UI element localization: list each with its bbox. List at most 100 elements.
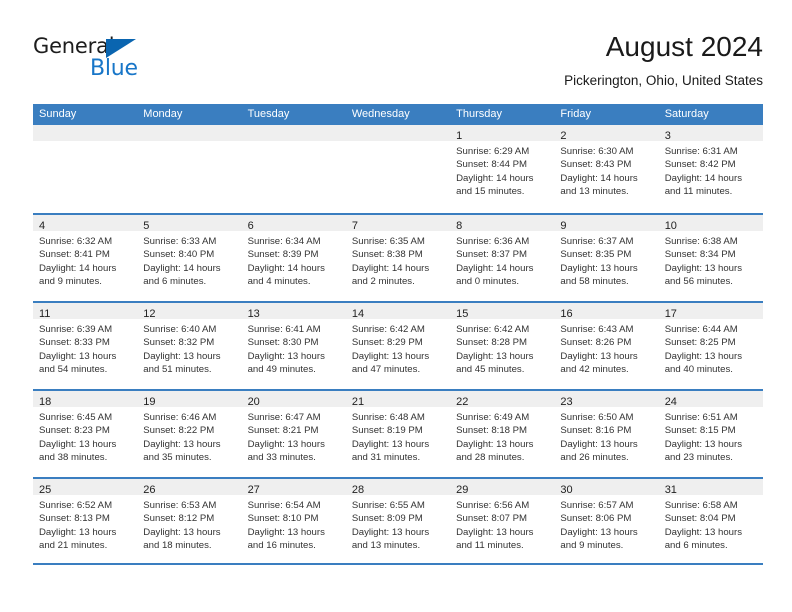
day-cell-21[interactable]: 21 Sunrise: 6:48 AM Sunset: 8:19 PM Dayligh… <box>345 391 451 477</box>
day-number: 17 <box>664 308 677 320</box>
sunset-text: Sunset: 8:25 PM <box>664 337 736 349</box>
day-cell-6[interactable]: 6 Sunrise: 6:34 AM Sunset: 8:39 PM Daylight… <box>241 215 346 301</box>
day-number-band: 16 <box>554 303 659 320</box>
sunset-text: Sunset: 8:44 PM <box>456 159 528 171</box>
day-cell-24[interactable]: 24 Sunrise: 6:51 AM Sunset: 8:15 PM Dayligh… <box>658 391 763 477</box>
day-number: 2 <box>560 130 567 142</box>
daylight-text: Daylight: 13 hours and 51 minutes. <box>143 350 221 376</box>
day-number-band: 31 <box>658 479 763 496</box>
day-sun-info: Sunrise: 6:32 AM Sunset: 8:41 PM Daylight:… <box>33 231 137 289</box>
day-number: 18 <box>39 396 52 408</box>
daylight-text: Daylight: 13 hours and 33 minutes. <box>247 438 325 464</box>
day-number-band: 15 <box>450 303 555 320</box>
sunrise-text: Sunrise: 6:32 AM <box>39 236 113 247</box>
day-cell-11[interactable]: 11 Sunrise: 6:39 AM Sunset: 8:33 PM Dayligh… <box>33 303 138 389</box>
day-cell-3[interactable]: 3 Sunrise: 6:31 AM Sunset: 8:42 PM Daylight… <box>658 125 763 213</box>
title-block: August 2024 Pickerington, Ohio, United S… <box>564 30 763 89</box>
day-number-band: 26 <box>137 479 242 496</box>
day-cell-27[interactable]: 27 Sunrise: 6:54 AM Sunset: 8:10 PM Dayligh… <box>241 479 346 563</box>
day-number-band: 24 <box>658 391 763 408</box>
sunrise-text: Sunrise: 6:29 AM <box>456 146 530 157</box>
day-number: 8 <box>456 220 463 232</box>
day-number: 1 <box>456 130 463 142</box>
day-cell-25[interactable]: 25 Sunrise: 6:52 AM Sunset: 8:13 PM Dayligh… <box>33 479 138 563</box>
daylight-text: Daylight: 13 hours and 47 minutes. <box>351 350 430 376</box>
day-number: 6 <box>247 220 254 232</box>
day-sun-info: Sunrise: 6:34 AM Sunset: 8:39 PM Daylight:… <box>242 231 346 289</box>
day-number: 27 <box>247 484 260 496</box>
day-cell-30[interactable]: 30 Sunrise: 6:57 AM Sunset: 8:06 PM Dayligh… <box>554 479 659 563</box>
day-number-band: 30 <box>554 479 659 496</box>
day-sun-info: Sunrise: 6:42 AM Sunset: 8:28 PM Daylight:… <box>450 319 554 377</box>
day-number-band: 9 <box>554 215 659 232</box>
day-cell-13[interactable]: 13 Sunrise: 6:41 AM Sunset: 8:30 PM Dayligh… <box>241 303 346 389</box>
day-cell-15[interactable]: 15 Sunrise: 6:42 AM Sunset: 8:28 PM Dayligh… <box>450 303 555 389</box>
page-title: August 2024 <box>605 31 763 62</box>
sunrise-text: Sunrise: 6:34 AM <box>247 236 321 247</box>
calendar-week-row: 11 Sunrise: 6:39 AM Sunset: 8:33 PM Dayligh… <box>33 301 763 389</box>
day-number-band: 11 <box>33 303 138 320</box>
day-cell-9[interactable]: 9 Sunrise: 6:37 AM Sunset: 8:35 PM Daylight… <box>554 215 659 301</box>
day-sun-info: Sunrise: 6:44 AM Sunset: 8:25 PM Daylight:… <box>659 319 763 377</box>
day-cell-empty <box>137 125 242 213</box>
day-cell-12[interactable]: 12 Sunrise: 6:40 AM Sunset: 8:32 PM Dayligh… <box>137 303 242 389</box>
sunset-text: Sunset: 8:19 PM <box>351 425 423 437</box>
day-number-band: 29 <box>450 479 555 496</box>
day-cell-29[interactable]: 29 Sunrise: 6:56 AM Sunset: 8:07 PM Dayligh… <box>450 479 555 563</box>
daylight-text: Daylight: 13 hours and 40 minutes. <box>664 350 743 376</box>
daylight-text: Daylight: 14 hours and 4 minutes. <box>247 262 325 288</box>
sunrise-text: Sunrise: 6:40 AM <box>143 324 217 335</box>
day-cell-8[interactable]: 8 Sunrise: 6:36 AM Sunset: 8:37 PM Daylight… <box>450 215 555 301</box>
day-cell-1[interactable]: 1 Sunrise: 6:29 AM Sunset: 8:44 PM Daylight… <box>450 125 555 213</box>
daylight-text: Daylight: 13 hours and 54 minutes. <box>39 350 117 376</box>
day-cell-28[interactable]: 28 Sunrise: 6:55 AM Sunset: 8:09 PM Dayligh… <box>345 479 451 563</box>
day-cell-16[interactable]: 16 Sunrise: 6:43 AM Sunset: 8:26 PM Dayligh… <box>554 303 659 389</box>
day-number: 24 <box>664 396 677 408</box>
general-blue-logo[interactable]: General Blue <box>33 34 163 86</box>
day-cell-2[interactable]: 2 Sunrise: 6:30 AM Sunset: 8:43 PM Daylight… <box>554 125 659 213</box>
day-cell-5[interactable]: 5 Sunrise: 6:33 AM Sunset: 8:40 PM Daylight… <box>137 215 242 301</box>
day-cell-7[interactable]: 7 Sunrise: 6:35 AM Sunset: 8:38 PM Daylight… <box>345 215 451 301</box>
day-cell-23[interactable]: 23 Sunrise: 6:50 AM Sunset: 8:16 PM Dayligh… <box>554 391 659 477</box>
weekday-header-friday: Friday <box>560 108 591 120</box>
day-sun-info: Sunrise: 6:29 AM Sunset: 8:44 PM Daylight:… <box>450 141 554 199</box>
sunrise-text: Sunrise: 6:30 AM <box>560 146 634 157</box>
day-cell-19[interactable]: 19 Sunrise: 6:46 AM Sunset: 8:22 PM Dayligh… <box>137 391 242 477</box>
sunrise-text: Sunrise: 6:54 AM <box>247 500 321 511</box>
sunset-text: Sunset: 8:13 PM <box>39 513 110 525</box>
daylight-text: Daylight: 14 hours and 2 minutes. <box>351 262 430 288</box>
sunset-text: Sunset: 8:33 PM <box>39 337 110 349</box>
day-number: 7 <box>351 220 358 232</box>
day-cell-22[interactable]: 22 Sunrise: 6:49 AM Sunset: 8:18 PM Dayligh… <box>450 391 555 477</box>
day-cell-20[interactable]: 20 Sunrise: 6:47 AM Sunset: 8:21 PM Dayligh… <box>241 391 346 477</box>
day-number-band: 13 <box>241 303 346 320</box>
sunset-text: Sunset: 8:21 PM <box>247 425 319 437</box>
day-cell-18[interactable]: 18 Sunrise: 6:45 AM Sunset: 8:23 PM Dayligh… <box>33 391 138 477</box>
sunset-text: Sunset: 8:38 PM <box>351 249 423 261</box>
day-cell-10[interactable]: 10 Sunrise: 6:38 AM Sunset: 8:34 PM Dayligh… <box>658 215 763 301</box>
sunrise-text: Sunrise: 6:44 AM <box>664 324 738 335</box>
day-number: 26 <box>143 484 156 496</box>
day-number-band <box>33 125 138 141</box>
daylight-text: Daylight: 14 hours and 9 minutes. <box>39 262 117 288</box>
day-cell-26[interactable]: 26 Sunrise: 6:53 AM Sunset: 8:12 PM Dayligh… <box>137 479 242 563</box>
day-number-band <box>137 125 242 141</box>
day-sun-info: Sunrise: 6:30 AM Sunset: 8:43 PM Daylight:… <box>554 141 658 199</box>
day-number-band <box>345 125 451 141</box>
sunset-text: Sunset: 8:34 PM <box>664 249 736 261</box>
day-number-band: 3 <box>658 125 763 142</box>
weekday-header-monday: Monday <box>143 108 183 120</box>
sunrise-text: Sunrise: 6:49 AM <box>456 412 530 423</box>
daylight-text: Daylight: 13 hours and 42 minutes. <box>560 350 638 376</box>
daylight-text: Daylight: 13 hours and 9 minutes. <box>560 526 638 552</box>
day-cell-17[interactable]: 17 Sunrise: 6:44 AM Sunset: 8:25 PM Dayligh… <box>658 303 763 389</box>
day-cell-14[interactable]: 14 Sunrise: 6:42 AM Sunset: 8:29 PM Dayligh… <box>345 303 451 389</box>
weekday-header-wednesday: Wednesday <box>351 108 410 120</box>
daylight-text: Daylight: 13 hours and 58 minutes. <box>560 262 638 288</box>
day-number: 20 <box>247 396 260 408</box>
day-cell-31[interactable]: 31 Sunrise: 6:58 AM Sunset: 8:04 PM Dayligh… <box>658 479 763 563</box>
day-cell-4[interactable]: 4 Sunrise: 6:32 AM Sunset: 8:41 PM Daylight… <box>33 215 138 301</box>
sunset-text: Sunset: 8:18 PM <box>456 425 528 437</box>
day-number: 14 <box>351 308 365 320</box>
sunrise-text: Sunrise: 6:31 AM <box>664 146 738 157</box>
